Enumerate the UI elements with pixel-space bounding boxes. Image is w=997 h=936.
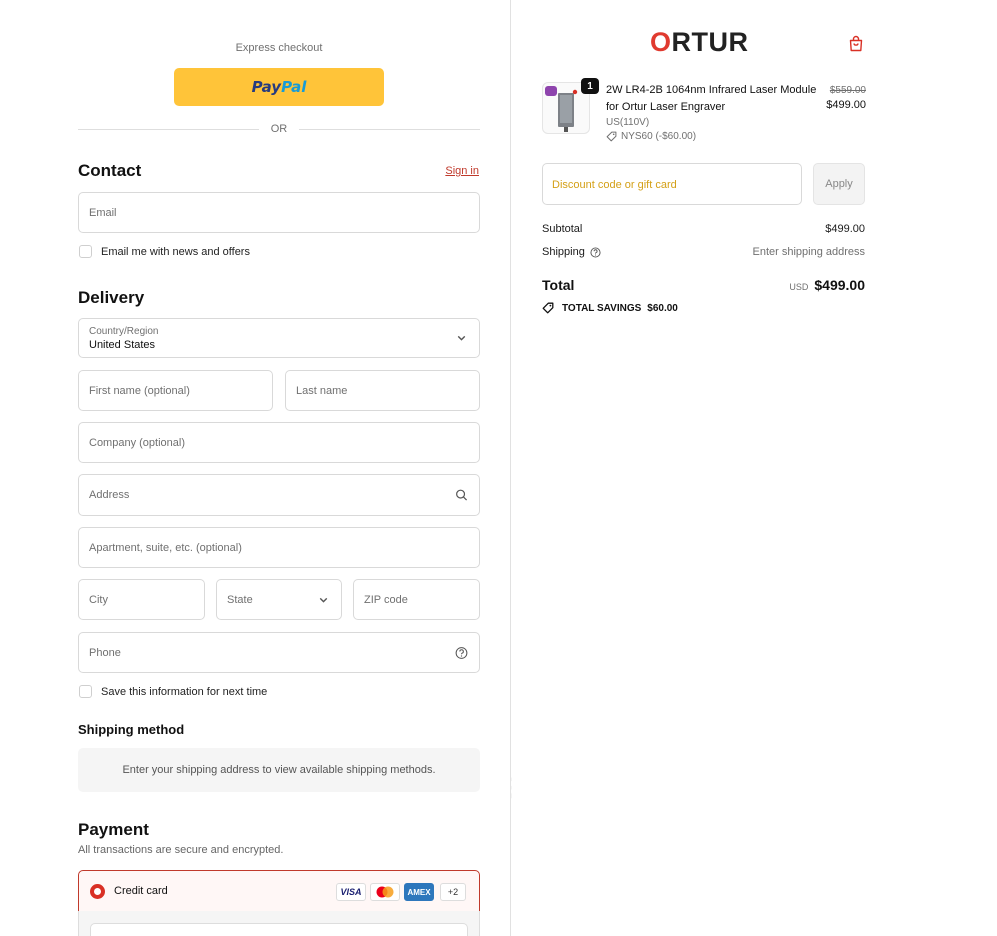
discount-code-placeholder: Discount code or gift card	[552, 179, 677, 191]
subtotal-label: Subtotal	[542, 223, 583, 235]
tag-icon	[606, 131, 617, 142]
paypal-logo-part1: Pay	[251, 78, 282, 96]
shipping-method-heading: Shipping method	[78, 722, 185, 737]
contact-heading: Contact	[78, 161, 142, 180]
zip-code-placeholder: ZIP code	[364, 593, 408, 606]
checkout-form-panel: Express checkout Pay Pal OR Contact Sign …	[0, 0, 511, 936]
mastercard-icon	[370, 883, 400, 901]
credit-card-radio[interactable]	[90, 884, 105, 899]
city-field[interactable]: City	[78, 579, 205, 620]
product-price: $499.00	[826, 99, 866, 111]
country-value: United States	[89, 339, 156, 351]
company-placeholder: Company (optional)	[89, 436, 185, 449]
mastercard-circles-icon	[376, 886, 394, 898]
phone-placeholder: Phone	[89, 646, 121, 659]
newsletter-option[interactable]: Email me with news and offers	[79, 245, 250, 258]
divider-line	[78, 128, 259, 130]
product-variant: US(110V)	[606, 117, 650, 128]
product-title: 2W LR4-2B 1064nm Infrared Laser Module f…	[606, 84, 817, 113]
shipping-row: Shipping Enter shipping address	[542, 246, 865, 258]
paypal-button[interactable]: Pay Pal	[174, 68, 384, 106]
or-text: OR	[270, 123, 288, 135]
product-discount: NYS60 (-$60.00)	[606, 131, 696, 142]
email-field[interactable]: Email	[78, 192, 480, 233]
address-field[interactable]: Address	[78, 474, 480, 516]
currency-code: USD	[789, 282, 809, 292]
first-name-placeholder: First name (optional)	[89, 384, 190, 397]
newsletter-label: Email me with news and offers	[101, 245, 250, 258]
help-circle-icon[interactable]	[590, 246, 601, 258]
subtotal-value: $499.00	[825, 223, 865, 235]
apartment-field[interactable]: Apartment, suite, etc. (optional)	[78, 527, 480, 568]
company-field[interactable]: Company (optional)	[78, 422, 480, 463]
shipping-value: Enter shipping address	[752, 246, 865, 258]
express-checkout-label: Express checkout	[235, 42, 323, 54]
country-label: Country/Region	[89, 326, 159, 337]
quantity-badge: 1	[581, 78, 599, 94]
logo-letter-o: O	[650, 27, 672, 57]
shipping-method-info: Enter your shipping address to view avai…	[78, 748, 480, 792]
country-select[interactable]: Country/Region United States	[78, 318, 480, 358]
state-placeholder: State	[227, 593, 253, 606]
apartment-placeholder: Apartment, suite, etc. (optional)	[89, 541, 242, 554]
first-name-field[interactable]: First name (optional)	[78, 370, 273, 411]
state-select[interactable]: State	[216, 579, 342, 620]
last-name-placeholder: Last name	[296, 384, 348, 397]
logo-text: RTUR	[671, 27, 749, 57]
sign-in-link[interactable]: Sign in	[445, 165, 479, 177]
help-circle-icon[interactable]	[455, 646, 468, 659]
order-summary-panel: ORTUR 1 2W LR4-2B 1064nm Infrared Laser …	[512, 0, 997, 936]
save-info-label: Save this information for next time	[101, 685, 268, 698]
savings-label: TOTAL SAVINGS	[562, 302, 642, 314]
savings-value: $60.00	[647, 302, 678, 314]
discount-tag-text: NYS60 (-$60.00)	[621, 131, 697, 142]
or-divider: OR	[78, 122, 480, 136]
payment-heading: Payment	[78, 820, 149, 839]
card-number-field[interactable]	[90, 923, 468, 936]
zip-code-field[interactable]: ZIP code	[353, 579, 480, 620]
total-amount-group: USD $499.00	[789, 277, 865, 295]
total-label: Total	[542, 277, 575, 293]
total-savings: TOTAL SAVINGS $60.00	[542, 302, 678, 314]
save-info-option[interactable]: Save this information for next time	[79, 685, 267, 698]
last-name-field[interactable]: Last name	[285, 370, 480, 411]
divider-line	[299, 128, 480, 130]
original-price: $559.00	[829, 85, 866, 96]
amex-card-icon: AMEX	[404, 883, 434, 901]
shipping-label-group: Shipping	[542, 246, 601, 258]
credit-card-label: Credit card	[114, 885, 168, 897]
save-info-checkbox[interactable]	[79, 685, 92, 698]
chevron-down-icon	[319, 597, 328, 603]
credit-card-option[interactable]: Credit card VISA AMEX +2	[78, 870, 480, 912]
visa-card-icon: VISA	[336, 883, 366, 901]
total-value: $499.00	[814, 277, 865, 293]
chevron-down-icon	[457, 335, 466, 341]
email-placeholder: Email	[89, 206, 117, 219]
savings-tag-icon	[542, 302, 554, 314]
paypal-logo-part2: Pal	[281, 78, 307, 96]
subtotal-row: Subtotal $499.00	[542, 223, 865, 235]
discount-code-field[interactable]: Discount code or gift card	[542, 163, 802, 205]
search-icon	[456, 489, 468, 501]
shopping-bag-icon[interactable]	[848, 35, 864, 52]
city-placeholder: City	[89, 593, 108, 606]
apply-button[interactable]: Apply	[813, 163, 865, 205]
address-placeholder: Address	[89, 489, 130, 501]
newsletter-checkbox[interactable]	[79, 245, 92, 258]
payment-subtext: All transactions are secure and encrypte…	[78, 844, 284, 856]
ortur-logo[interactable]: ORTUR	[650, 27, 749, 58]
more-cards-badge: +2	[440, 883, 466, 901]
phone-field[interactable]: Phone	[78, 632, 480, 673]
shipping-label: Shipping	[542, 246, 585, 258]
delivery-heading: Delivery	[78, 288, 145, 307]
credit-card-form-area	[78, 911, 480, 936]
total-row: Total USD $499.00	[542, 277, 865, 295]
